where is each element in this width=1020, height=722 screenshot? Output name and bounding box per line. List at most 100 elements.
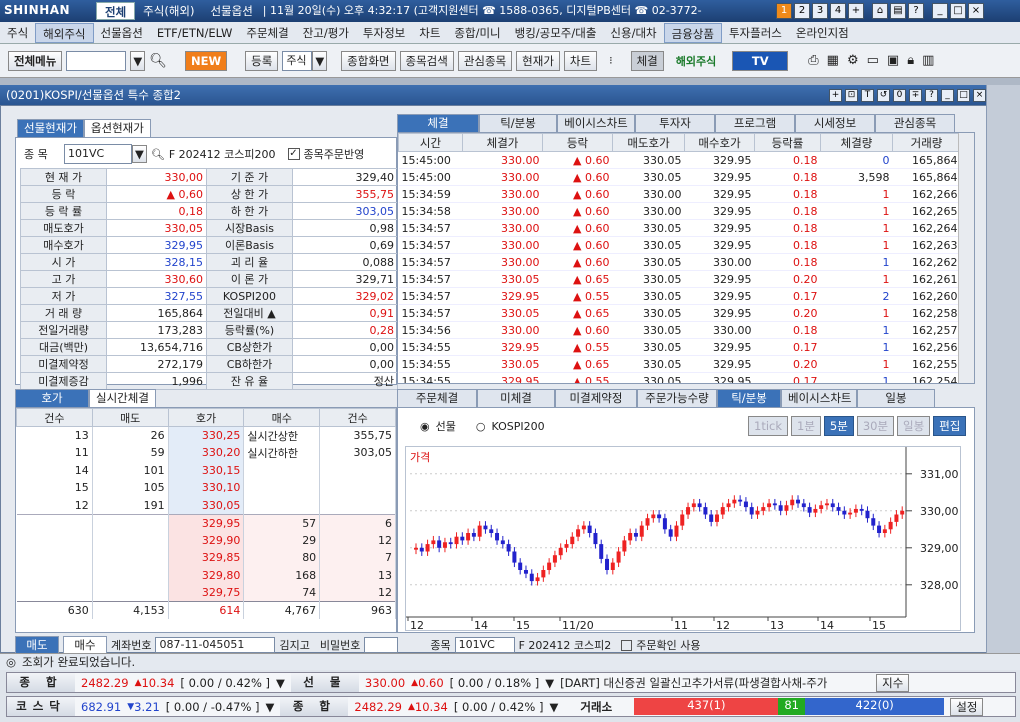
maximize-icon[interactable]: □ — [950, 3, 966, 19]
bid-price[interactable]: 329,80 — [168, 566, 245, 584]
window-ctrl-refresh[interactable]: ↺ — [877, 88, 890, 102]
news-ticker[interactable]: [DART] 대신증권 일괄신고추가서류(파생결합사채-주가 — [560, 675, 870, 691]
dropdown-icon[interactable]: ▼ — [276, 676, 285, 690]
tab-futures-price[interactable]: 선물현재가 — [17, 119, 84, 137]
minimize-icon[interactable]: _ — [932, 3, 948, 19]
tab-order-fill[interactable]: 주문체결 — [397, 389, 477, 407]
tab-market-info[interactable]: 시세정보 — [795, 114, 875, 132]
radio-icon[interactable]: ○ — [476, 420, 486, 433]
ask-price[interactable]: 330,05 — [168, 496, 245, 514]
window-ctrl-text[interactable]: T — [861, 88, 874, 102]
bid-price[interactable]: 329,85 — [168, 549, 245, 567]
checkbox-icon[interactable]: ✓ — [287, 148, 300, 160]
dropdown-button[interactable]: ▼ — [130, 50, 146, 71]
help-icon[interactable]: ? — [908, 3, 924, 19]
folder-icon[interactable]: ▥ — [922, 53, 934, 68]
bid-price[interactable]: 329,75 — [168, 584, 245, 602]
menu-order[interactable]: 주문체결 — [239, 23, 295, 43]
summary-button[interactable]: 종합화면 — [341, 50, 396, 71]
overseas-stock-link[interactable]: 해외주식 — [676, 53, 716, 69]
menu-invest-plus[interactable]: 투자플러스 — [722, 23, 789, 43]
close-icon[interactable]: × — [968, 3, 984, 19]
tab-all[interactable]: 전체 — [96, 2, 136, 20]
workspace-3-button[interactable]: 3 — [812, 3, 828, 19]
chart-button[interactable]: 차트 — [563, 50, 598, 71]
window-icon[interactable]: ▭ — [867, 53, 879, 68]
window-ctrl-pin[interactable]: ∓ — [909, 88, 922, 102]
chevron-down-icon[interactable]: ⁝ — [609, 54, 613, 67]
search-icon[interactable]: 🔍︎ — [151, 148, 165, 161]
ask-price[interactable]: 330,20 — [168, 444, 245, 462]
menu-balance[interactable]: 잔고/평가 — [296, 23, 356, 43]
tab-trades[interactable]: 체결 — [397, 114, 479, 132]
window-close[interactable]: × — [973, 88, 986, 102]
tab-unfilled[interactable]: 미체결 — [477, 389, 555, 407]
period-daily[interactable]: 일봉 — [897, 416, 931, 436]
menu-banking[interactable]: 뱅킹/공모주/대출 — [508, 23, 604, 43]
market-dropdown[interactable]: ▼ — [312, 50, 328, 71]
edit-button[interactable]: 편집 — [933, 416, 967, 436]
tab-options-price[interactable]: 옵션현재가 — [83, 119, 151, 137]
ask-price[interactable]: 330,25 — [168, 426, 245, 444]
tab-program[interactable]: 프로그램 — [715, 114, 795, 132]
tv-button[interactable]: TV — [732, 50, 789, 71]
tab-realtime-trades[interactable]: 실시간체결 — [89, 389, 156, 407]
window-ctrl-add[interactable]: + — [829, 88, 842, 102]
window-ctrl-link[interactable]: ⊡ — [845, 88, 858, 102]
window-help[interactable]: ? — [925, 88, 938, 102]
window-maximize[interactable]: □ — [957, 88, 970, 102]
order-code-input[interactable]: 101VC — [454, 637, 515, 653]
lock-icon[interactable]: 🔒︎ — [907, 53, 914, 68]
search-icon[interactable]: 🔍︎ — [149, 53, 167, 69]
new-button[interactable]: NEW — [184, 50, 228, 71]
menu-online-branch[interactable]: 온라인지점 — [789, 23, 856, 43]
tab-tick-minute[interactable]: 틱/분봉 — [479, 114, 557, 132]
code-input[interactable]: 101VC — [64, 144, 132, 164]
menu-etf[interactable]: ETF/ETN/ELW — [150, 23, 240, 43]
buy-tab[interactable]: 매수 — [63, 636, 107, 654]
period-1tick[interactable]: 1tick — [748, 416, 789, 436]
password-input[interactable] — [364, 637, 399, 653]
screen-search-input[interactable] — [66, 50, 127, 71]
dropdown-icon[interactable]: ▼ — [266, 700, 275, 714]
register-button[interactable]: 등록 — [245, 50, 279, 71]
workspace-2-button[interactable]: 2 — [794, 3, 810, 19]
window-minimize[interactable]: _ — [941, 88, 954, 102]
bid-price[interactable]: 329,95 — [168, 513, 245, 532]
settings-button[interactable]: 설정 — [950, 697, 984, 716]
tab-orderable-qty[interactable]: 주문가능수량 — [637, 389, 717, 407]
calculator-icon[interactable]: ▦ — [827, 53, 839, 68]
menu-mini[interactable]: 종합/미니 — [447, 23, 507, 43]
ask-price[interactable]: 330,15 — [168, 461, 245, 479]
period-30min[interactable]: 30분 — [856, 416, 895, 436]
tab-open-interest[interactable]: 미결제약정 — [555, 389, 637, 407]
layout-icon[interactable]: ▣ — [887, 53, 899, 68]
confirm-checkbox[interactable] — [621, 639, 633, 651]
menu-futures-options[interactable]: 선물옵션 — [94, 23, 150, 43]
tab-basis-chart-2[interactable]: 베이시스차트 — [781, 389, 857, 407]
menu-overseas-stock[interactable]: 해외주식 — [35, 22, 94, 43]
dropdown-icon[interactable]: ▼ — [545, 676, 554, 690]
menu-chart[interactable]: 차트 — [412, 23, 447, 43]
market-select[interactable]: 주식 — [282, 50, 313, 71]
account-input[interactable]: 087-11-045051 — [155, 637, 276, 653]
menu-info[interactable]: 투자정보 — [356, 23, 412, 43]
workspace-4-button[interactable]: 4 — [830, 3, 846, 19]
current-price-button[interactable]: 현재가 — [516, 50, 560, 71]
tab-futures-options[interactable]: 선물옵션 — [202, 2, 260, 20]
window-ctrl-zero[interactable]: 0 — [893, 88, 906, 102]
tab-orderbook[interactable]: 호가 — [15, 389, 89, 407]
tab-tick-minute-2[interactable]: 틱/분봉 — [717, 389, 781, 407]
index-button[interactable]: 지수 — [876, 673, 910, 692]
menu-financial-products[interactable]: 금융상품 — [663, 22, 722, 43]
all-menu-button[interactable]: 전체메뉴 — [8, 50, 63, 71]
add-workspace-button[interactable]: + — [848, 3, 864, 19]
period-5min[interactable]: 5분 — [823, 416, 854, 436]
sell-tab[interactable]: 매도 — [15, 636, 59, 654]
menu-credit[interactable]: 신용/대차 — [603, 23, 663, 43]
code-dropdown[interactable]: ▼ — [132, 145, 147, 163]
tab-watchlist[interactable]: 관심종목 — [875, 114, 955, 132]
tab-overseas-stock[interactable]: 주식(해외) — [135, 2, 202, 20]
radio-selected-icon[interactable]: ◉ — [420, 420, 430, 433]
period-1min[interactable]: 1분 — [791, 416, 821, 436]
